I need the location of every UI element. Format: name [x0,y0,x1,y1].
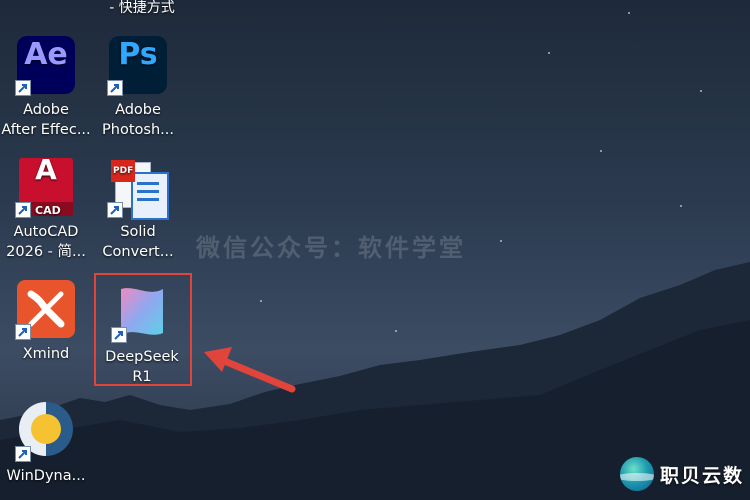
desktop-background[interactable]: - 快捷方式 Ae Adobe After Effec... Ps Adobe … [0,0,750,500]
brand-logo-text: 职贝云数 [660,464,745,487]
brand-logo: 职贝云数 [620,456,744,492]
globe-icon [620,457,654,491]
watermark-text: 微信公众号：软件学堂 [196,234,466,262]
